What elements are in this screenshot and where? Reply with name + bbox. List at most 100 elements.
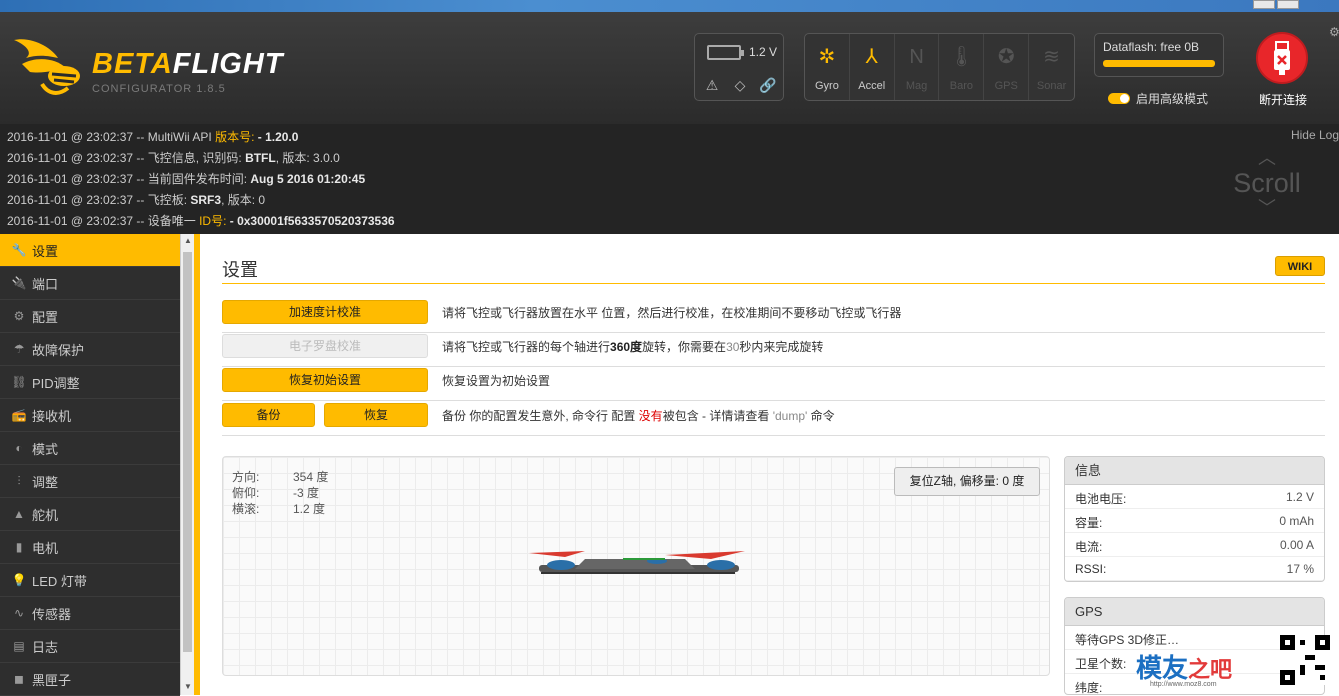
quadcopter-model	[529, 551, 745, 574]
sensor-baro: 🌡 Baro	[939, 34, 985, 100]
minimize-button[interactable]	[1253, 0, 1275, 9]
sidebar-item-led[interactable]: 💡 LED 灯带	[0, 564, 180, 597]
calibrate-mag-row: 电子罗盘校准 请将飞控或飞行器的每个轴进行360度旋转，你需要在30秒内来完成旋…	[222, 334, 1325, 367]
calibrate-accel-button[interactable]: 加速度计校准	[222, 300, 428, 324]
gps-panel-title: GPS	[1065, 598, 1324, 626]
sidebar-item-label: 舵机	[32, 507, 59, 523]
app-header: BETAFLIGHT CONFIGURATOR 1.8.5 1.2 V ⚠ ◇ …	[0, 12, 1339, 124]
log-line: 2016-11-01 @ 23:02:37 -- 飞控信息, 识别码: BTFL…	[7, 151, 340, 165]
restore-button[interactable]: 恢复	[324, 403, 428, 427]
hide-log-link[interactable]: Hide Log	[1291, 128, 1339, 142]
log-scroll-control[interactable]: ︿ Scroll ﹀	[1232, 148, 1302, 238]
log-line: 2016-11-01 @ 23:02:37 -- 当前固件发布时间: Aug 5…	[7, 172, 366, 186]
panel-row: 容量: 0 mAh	[1065, 509, 1324, 533]
log-icon: ▤	[13, 639, 25, 653]
sidebar-item-label: 设置	[32, 243, 59, 259]
panel-row: 电流: 0.00 A	[1065, 533, 1324, 557]
battery-voltage: 1.2 V	[749, 45, 778, 59]
calibrate-accel-row: 加速度计校准 请将飞控或飞行器放置在水平 位置，然后进行校准，在校准期间不要移动…	[222, 300, 1325, 333]
log-line: 2016-11-01 @ 23:02:37 -- 飞控板: SRF3, 版本: …	[7, 193, 266, 207]
calibrate-mag-button[interactable]: 电子罗盘校准	[222, 334, 428, 358]
chevron-down-icon: ﹀	[1258, 198, 1276, 218]
sidebar-item-pulse[interactable]: ∿ 传感器	[0, 597, 180, 630]
sidebar-item-servo[interactable]: ▲ 舵机	[0, 498, 180, 531]
sidebar-item-label: 日志	[32, 639, 59, 655]
sidebar-item-log[interactable]: ▤ 日志	[0, 630, 180, 663]
sensor-mag-icon: N	[909, 46, 924, 68]
sidebar-scrollbar[interactable]: ▲ ▼	[180, 234, 194, 695]
sensor-label: Baro	[949, 80, 974, 92]
dataflash-label: Dataflash: free 0B	[1103, 40, 1200, 54]
disconnect-label: 断开连接	[1258, 93, 1307, 107]
pulse-icon: ∿	[13, 606, 25, 620]
scroll-label: Scroll	[1233, 168, 1301, 198]
sidebar-item-sliders[interactable]: ⫶ 调整	[0, 465, 180, 498]
sidebar-item-label: 电机	[32, 540, 59, 556]
model-view: 方向: 354 度 俯仰: -3 度 横滚: 1.2 度 复位Z轴, 偏移量: 0 度	[222, 456, 1050, 676]
heading-readout: 方向: 354 度	[232, 470, 329, 484]
maximize-button[interactable]	[1277, 0, 1299, 9]
window-titlebar	[0, 0, 1339, 12]
settings-gear-icon[interactable]: ⚙	[1329, 25, 1339, 39]
sensor-gyro-icon: ✲	[818, 46, 836, 68]
panel-row-key: RSSI:	[1075, 562, 1107, 576]
sliders-icon: ⫶	[17, 473, 21, 488]
sensor-label: Mag	[905, 80, 928, 92]
panel-row: RSSI: 17 %	[1065, 557, 1324, 581]
sensor-accel-icon: ⅄	[865, 46, 878, 68]
panel-row-key: 电流:	[1075, 540, 1103, 554]
sidebar-item-plug[interactable]: 🔌 端口	[0, 267, 180, 300]
warning-icon: ⚠	[705, 77, 719, 93]
scroll-down-arrow-icon[interactable]: ▼	[183, 682, 193, 691]
calibrate-accel-description: 请将飞控或飞行器放置在水平 位置，然后进行校准，在校准期间不要移动飞控或飞行器	[442, 306, 902, 320]
sensor-sonar: ≋ Sonar	[1029, 34, 1074, 100]
sensor-mag: N Mag	[895, 34, 940, 100]
reset-z-axis-button[interactable]: 复位Z轴, 偏移量: 0 度	[894, 467, 1040, 496]
sidebar-item-receiver[interactable]: 📻 接收机	[0, 399, 180, 432]
roll-readout: 横滚: 1.2 度	[232, 502, 326, 516]
wrench-icon: 🔧	[11, 243, 27, 257]
logo: BETAFLIGHT CONFIGURATOR 1.8.5	[12, 34, 283, 103]
blackbox-icon: ◼	[14, 672, 24, 686]
expert-mode-toggle[interactable]: 启用高级模式	[1108, 90, 1208, 107]
led-icon: 💡	[11, 573, 27, 587]
usb-icon	[1274, 41, 1290, 75]
watermark-url: http://www.moz8.com	[1150, 681, 1217, 688]
sensor-baro-icon: 🌡	[948, 46, 975, 68]
sidebar-item-gear[interactable]: ⚙ 配置	[0, 300, 180, 333]
sensor-label: Accel	[858, 80, 886, 92]
backup-button[interactable]: 备份	[222, 403, 315, 427]
reset-settings-description: 恢复设置为初始设置	[442, 374, 551, 388]
wiki-button[interactable]: WIKI	[1275, 256, 1325, 276]
page-title: 设置	[222, 260, 258, 280]
sidebar-item-label: 模式	[32, 441, 59, 457]
sidebar-item-blackbox[interactable]: ◼ 黑匣子	[0, 663, 180, 696]
panel-row-value: 1.2 V	[1285, 490, 1314, 504]
scrollbar-thumb[interactable]	[183, 252, 192, 652]
expert-mode-label: 启用高级模式	[1136, 92, 1209, 106]
sidebar-item-label: 黑匣子	[32, 672, 72, 688]
chevron-up-icon: ︿	[1258, 148, 1276, 168]
sidebar-item-label: 配置	[32, 309, 59, 325]
reset-settings-button[interactable]: 恢复初始设置	[222, 368, 428, 392]
sidebar-item-label: 故障保护	[32, 342, 85, 358]
sidebar-item-label: 调整	[32, 474, 59, 490]
reset-settings-row: 恢复初始设置 恢复设置为初始设置	[222, 368, 1325, 401]
disconnect-button[interactable]	[1256, 32, 1308, 84]
sensor-label: GPS	[994, 80, 1018, 92]
setup-tab-content: 设置 WIKI 加速度计校准 请将飞控或飞行器放置在水平 位置，然后进行校准，在…	[200, 234, 1339, 695]
sidebar-item-pid[interactable]: ⛓ PID调整	[0, 366, 180, 399]
parachute-icon: ☂	[13, 342, 25, 356]
panel-row-key: 电池电压:	[1075, 492, 1127, 506]
scroll-up-arrow-icon[interactable]: ▲	[183, 236, 193, 245]
sidebar-item-toggle[interactable]: ◐ 模式	[0, 432, 180, 465]
pid-icon: ⛓	[11, 375, 27, 389]
sidebar-item-wrench[interactable]: 🔧 设置	[0, 234, 180, 267]
battery-status: 1.2 V ⚠ ◇ 🔗	[694, 33, 784, 101]
toggle-switch[interactable]	[1108, 93, 1130, 104]
gear-icon: ⚙	[13, 309, 25, 323]
sidebar-item-parachute[interactable]: ☂ 故障保护	[0, 333, 180, 366]
sidebar-item-motor[interactable]: ▮ 电机	[0, 531, 180, 564]
panel-row-value: 17 %	[1286, 562, 1314, 576]
window-controls	[1253, 0, 1299, 9]
